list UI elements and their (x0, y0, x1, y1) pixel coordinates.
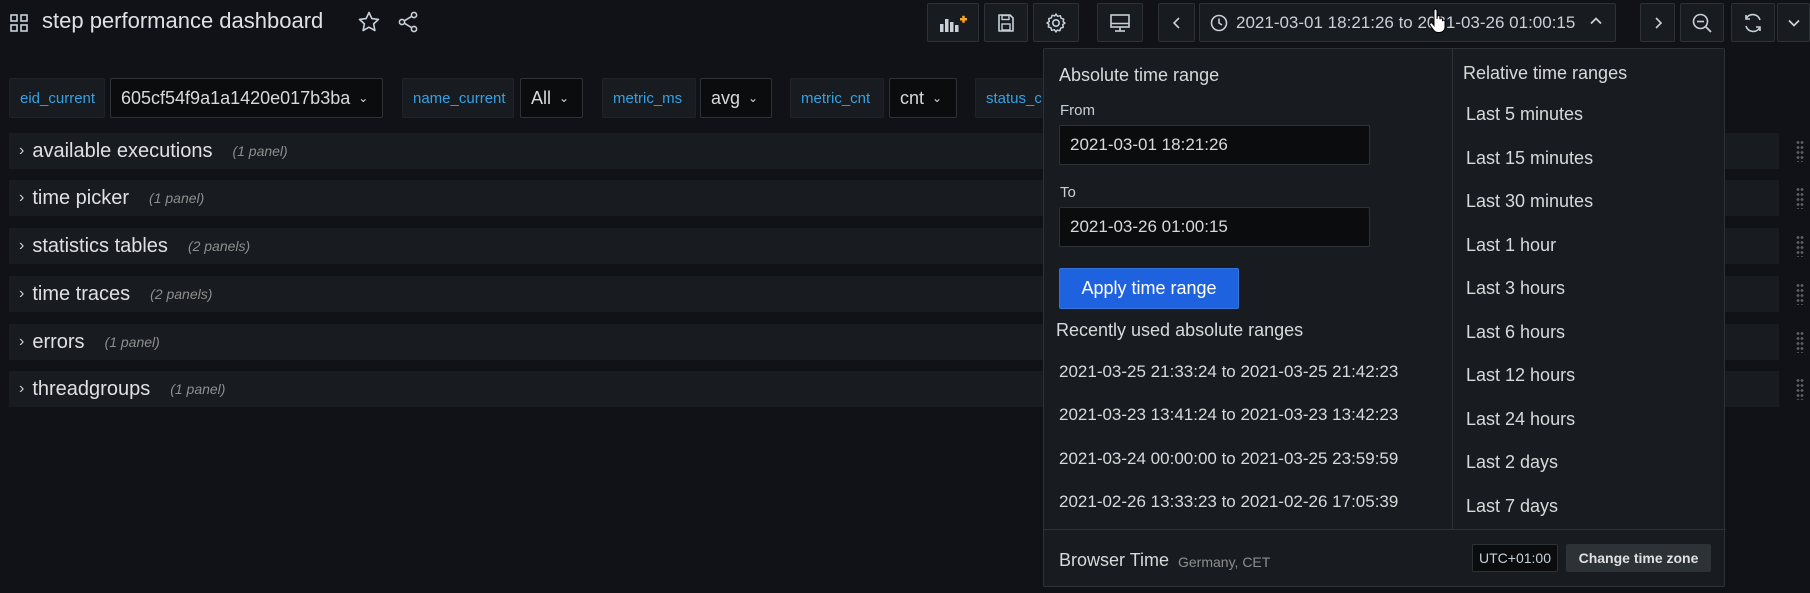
zoom-out-button[interactable] (1680, 3, 1724, 42)
timezone-name: Germany, CET (1178, 554, 1271, 570)
variable-value: avg (711, 87, 741, 108)
chevron-up-icon (1590, 17, 1602, 25)
row-title: available executions (32, 139, 213, 162)
chevron-left-icon (1172, 16, 1180, 29)
clock-icon (1210, 14, 1228, 31)
recent-ranges-heading: Recently used absolute ranges (1056, 320, 1304, 340)
drag-handle-icon[interactable] (1796, 187, 1804, 209)
refresh-interval-dropdown[interactable] (1777, 3, 1810, 42)
row-title: statistics tables (32, 234, 168, 257)
variable-label-metric-ms: metric_ms (602, 78, 696, 118)
apps-grid-icon[interactable] (10, 14, 28, 32)
time-picker-button[interactable]: 2021-03-01 18:21:26 to 2021-03-26 01:00:… (1199, 3, 1616, 42)
recent-range-item[interactable]: 2021-03-23 13:41:24 to 2021-03-23 13:42:… (1059, 405, 1398, 425)
relative-range-item[interactable]: Last 7 days (1466, 496, 1558, 517)
row-panel-count: (1 panel) (104, 334, 160, 350)
time-shift-forward-button[interactable] (1640, 3, 1675, 42)
row-title: errors (32, 330, 85, 353)
variable-label-metric-cnt: metric_cnt (790, 78, 884, 118)
time-shift-back-button[interactable] (1158, 3, 1195, 42)
row-panel-count: (1 panel) (170, 381, 226, 397)
relative-range-item[interactable]: Last 1 hour (1466, 235, 1556, 256)
row-panel-count: (2 panels) (150, 286, 213, 302)
row-title: threadgroups (32, 377, 151, 400)
chevron-right-icon (1654, 16, 1662, 29)
variable-label-eid-current: eid_current (9, 78, 105, 118)
relative-range-item[interactable]: Last 5 minutes (1466, 104, 1583, 125)
chevron-right-icon: › (19, 189, 25, 206)
apply-time-range-button[interactable]: Apply time range (1059, 268, 1239, 309)
relative-range-item[interactable]: Last 15 minutes (1466, 148, 1593, 169)
drag-handle-icon[interactable] (1796, 235, 1804, 257)
variable-value: cnt (900, 87, 925, 108)
to-input[interactable] (1059, 207, 1370, 247)
row-panel-count: (1 panel) (149, 190, 205, 206)
refresh-button[interactable] (1731, 3, 1775, 42)
variable-value: 605cf54f9a1a1420e017b3ba (121, 87, 351, 108)
recent-range-item[interactable]: 2021-03-25 21:33:24 to 2021-03-25 21:42:… (1059, 362, 1398, 382)
add-panel-button[interactable] (927, 3, 979, 42)
variable-select-name-current[interactable]: All ⌄ (520, 78, 583, 118)
row-panel-count: (2 panels) (187, 238, 251, 254)
variable-value: All (531, 87, 552, 108)
absolute-range-heading: Absolute time range (1059, 65, 1220, 85)
variable-label-name-current: name_current (402, 78, 514, 118)
browser-time-label: Browser Time (1059, 550, 1170, 570)
change-time-zone-button[interactable]: Change time zone (1566, 544, 1711, 572)
chevron-down-icon: ⌄ (748, 91, 759, 105)
cycle-view-mode-button[interactable] (1097, 3, 1143, 42)
absolute-range-section: Absolute time range From To Apply time r… (1044, 49, 1452, 529)
relative-range-item[interactable]: Last 6 hours (1466, 322, 1565, 343)
zoom-out-icon (1692, 13, 1712, 33)
gear-icon (1046, 12, 1066, 33)
relative-range-item[interactable]: Last 30 minutes (1466, 191, 1593, 212)
share-icon[interactable] (397, 11, 419, 33)
recent-range-item[interactable]: 2021-03-24 00:00:00 to 2021-03-25 23:59:… (1059, 449, 1398, 469)
star-icon[interactable] (357, 10, 381, 34)
to-label: To (1060, 184, 1076, 201)
relative-range-heading: Relative time ranges (1463, 63, 1628, 83)
top-navbar: step performance dashboard 2021-03-01 18… (0, 0, 1810, 46)
dashboard-title[interactable]: step performance dashboard (42, 8, 323, 34)
hand-cursor-icon (1429, 8, 1446, 33)
chevron-right-icon: › (19, 333, 25, 350)
chevron-right-icon: › (19, 142, 25, 159)
variable-select-metric-ms[interactable]: avg ⌄ (700, 78, 772, 118)
relative-range-item[interactable]: Last 3 hours (1466, 278, 1565, 299)
drag-handle-icon[interactable] (1796, 331, 1804, 353)
relative-range-item[interactable]: Last 24 hours (1466, 409, 1575, 430)
chevron-right-icon: › (19, 285, 25, 302)
time-range-text: 2021-03-01 18:21:26 to 2021-03-26 01:00:… (1236, 12, 1576, 32)
chevron-right-icon: › (19, 380, 25, 397)
time-picker-popover: Absolute time range From To Apply time r… (1043, 48, 1726, 588)
recent-range-item[interactable]: 2021-02-26 13:33:23 to 2021-02-26 17:05:… (1059, 492, 1398, 512)
from-input[interactable] (1059, 125, 1370, 165)
save-icon (998, 13, 1014, 32)
chevron-down-icon: ⌄ (559, 91, 570, 105)
variable-select-eid-current[interactable]: 605cf54f9a1a1420e017b3ba ⌄ (110, 78, 383, 118)
drag-handle-icon[interactable] (1796, 140, 1804, 162)
chevron-right-icon: › (19, 237, 25, 254)
row-panel-count: (1 panel) (232, 143, 288, 159)
drag-handle-icon[interactable] (1796, 283, 1804, 305)
time-picker-footer: Browser Time Germany, CET UTC+01:00 Chan… (1044, 529, 1726, 588)
monitor-icon (1110, 13, 1130, 32)
row-title: time picker (32, 186, 130, 209)
relative-range-item[interactable]: Last 2 days (1466, 452, 1558, 473)
chevron-down-icon: ⌄ (358, 91, 369, 105)
save-dashboard-button[interactable] (984, 3, 1028, 42)
refresh-icon (1745, 13, 1761, 32)
relative-range-section: Relative time ranges Last 5 minutes Last… (1453, 49, 1726, 529)
relative-range-item[interactable]: Last 12 hours (1466, 365, 1575, 386)
variable-label-status-current: status_c (975, 78, 1045, 118)
chevron-down-icon: ⌄ (932, 91, 943, 105)
add-panel-icon (940, 15, 967, 32)
dashboard-settings-button[interactable] (1033, 3, 1079, 42)
row-title: time traces (32, 282, 131, 305)
utc-offset-badge: UTC+01:00 (1472, 544, 1558, 572)
chevron-down-icon (1787, 19, 1800, 27)
variable-select-metric-cnt[interactable]: cnt ⌄ (889, 78, 957, 118)
from-label: From (1060, 102, 1095, 119)
drag-handle-icon[interactable] (1796, 378, 1804, 400)
